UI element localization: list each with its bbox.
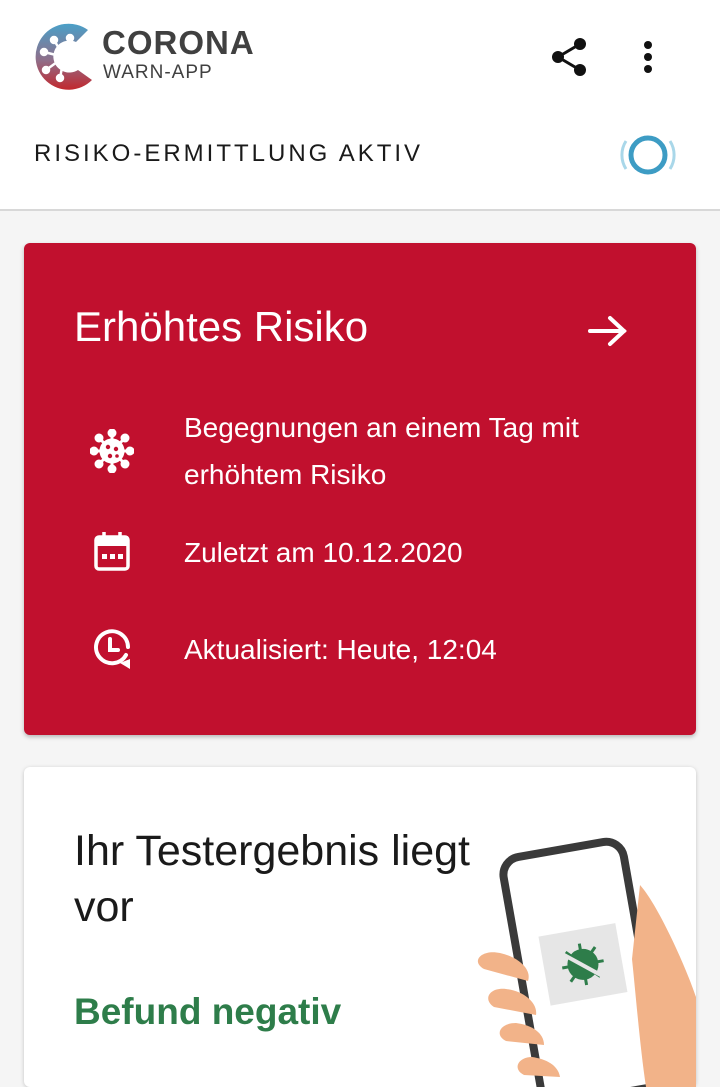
- test-result-card[interactable]: Ihr Testergebnis liegt vor Befund negati…: [24, 767, 696, 1087]
- app-bar: CORONA WARN-APP RISIKO-ERMITTLUNG AKTIV: [0, 0, 720, 210]
- divider: [0, 209, 720, 211]
- more-vertical-icon[interactable]: [628, 34, 668, 80]
- virus-icon: [90, 429, 134, 473]
- tracing-active-icon[interactable]: [614, 126, 682, 184]
- share-icon[interactable]: [546, 34, 592, 80]
- logo-title: CORONA: [102, 24, 255, 61]
- calendar-icon: [94, 532, 130, 571]
- phone-test-illustration: [477, 837, 696, 1087]
- risk-title: Erhöhtes Risiko: [74, 303, 369, 350]
- risk-encounters-text: Begegnungen an einem Tag mit erhöhtem Ri…: [184, 412, 579, 490]
- logo-subtitle: WARN-APP: [103, 62, 213, 83]
- risk-last-date-text: Zuletzt am 10.12.2020: [184, 537, 463, 568]
- risk-card[interactable]: Erhöhtes Risiko Begegnungen an einem Tag…: [24, 243, 696, 735]
- arrow-right-icon[interactable]: [586, 313, 630, 349]
- risk-tracing-status: RISIKO-ERMITTLUNG AKTIV: [34, 140, 424, 167]
- corona-warn-app-logo: [35, 23, 92, 90]
- test-result-value: Befund negativ: [74, 991, 342, 1032]
- risk-updated-text: Aktualisiert: Heute, 12:04: [184, 634, 497, 665]
- clock-refresh-icon: [94, 629, 130, 669]
- test-result-title: Ihr Testergebnis liegt vor: [74, 827, 470, 931]
